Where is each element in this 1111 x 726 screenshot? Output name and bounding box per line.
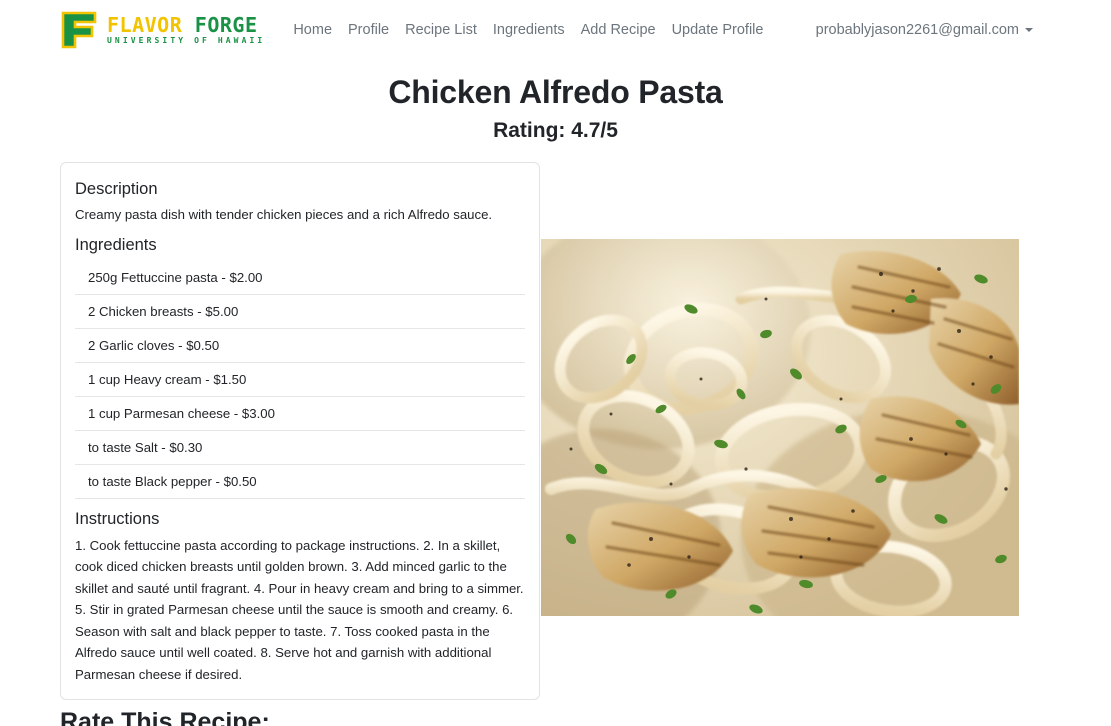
nav-item-add-recipe[interactable]: Add Recipe <box>573 16 664 44</box>
brand-logo-link[interactable]: FLAVOR FORGE UNIVERSITY OF HAWAII <box>60 10 265 50</box>
instructions-text: 1. Cook fettuccine pasta according to pa… <box>75 537 524 682</box>
brand-word-forge: FORGE <box>194 13 258 37</box>
description-heading: Description <box>75 180 158 198</box>
list-item: 1 cup Heavy cream - $1.50 <box>75 361 525 396</box>
recipe-details-card: Description Creamy pasta dish with tende… <box>60 162 540 701</box>
recipe-details-column: Description Creamy pasta dish with tende… <box>60 162 540 701</box>
rate-recipe-heading: Rate This Recipe: <box>60 708 270 726</box>
user-email-label: probablyjason2261@gmail.com <box>815 22 1019 38</box>
list-item: 1 cup Parmesan cheese - $3.00 <box>75 395 525 430</box>
brand-wordmark: FLAVOR FORGE UNIVERSITY OF HAWAII <box>107 15 265 45</box>
nav-item-ingredients[interactable]: Ingredients <box>485 16 573 44</box>
top-navbar: FLAVOR FORGE UNIVERSITY OF HAWAII Home P… <box>0 0 1111 60</box>
nav-item-home[interactable]: Home <box>285 16 340 44</box>
chevron-down-icon <box>1025 28 1033 32</box>
recipe-photo <box>540 239 1019 616</box>
recipe-photo-column <box>540 162 1019 616</box>
brand-word-flavor: FLAVOR <box>107 13 183 37</box>
instructions-heading: Instructions <box>75 509 160 528</box>
main-navigation: Home Profile Recipe List Ingredients Add… <box>285 16 771 44</box>
list-item: 2 Chicken breasts - $5.00 <box>75 293 525 328</box>
nav-item-recipe-list[interactable]: Recipe List <box>397 16 485 44</box>
list-item: 2 Garlic cloves - $0.50 <box>75 327 525 362</box>
nav-item-profile[interactable]: Profile <box>340 16 397 44</box>
navbar-right-section: probablyjason2261@gmail.com <box>816 22 1091 38</box>
brand-subtitle: UNIVERSITY OF HAWAII <box>107 36 266 45</box>
recipe-rating-text: Rating: 4.7/5 <box>493 119 618 142</box>
rate-recipe-section: Rate This Recipe: ★ ★ ★ ★ ★ Selected Rat… <box>0 708 1111 726</box>
list-item: to taste Black pepper - $0.50 <box>75 463 525 499</box>
description-text: Creamy pasta dish with tender chicken pi… <box>75 207 493 222</box>
user-account-dropdown[interactable]: probablyjason2261@gmail.com <box>816 22 1033 38</box>
flavor-forge-f-logo-icon <box>60 10 98 50</box>
nav-item-update-profile[interactable]: Update Profile <box>664 16 772 44</box>
ingredients-heading: Ingredients <box>75 235 157 254</box>
list-item: to taste Salt - $0.30 <box>75 429 525 464</box>
ingredients-list: 250g Fettuccine pasta - $2.00 2 Chicken … <box>75 260 525 499</box>
page-title: Chicken Alfredo Pasta <box>388 74 723 110</box>
list-item: 250g Fettuccine pasta - $2.00 <box>75 260 525 294</box>
recipe-main-content: Description Creamy pasta dish with tende… <box>0 162 1111 701</box>
